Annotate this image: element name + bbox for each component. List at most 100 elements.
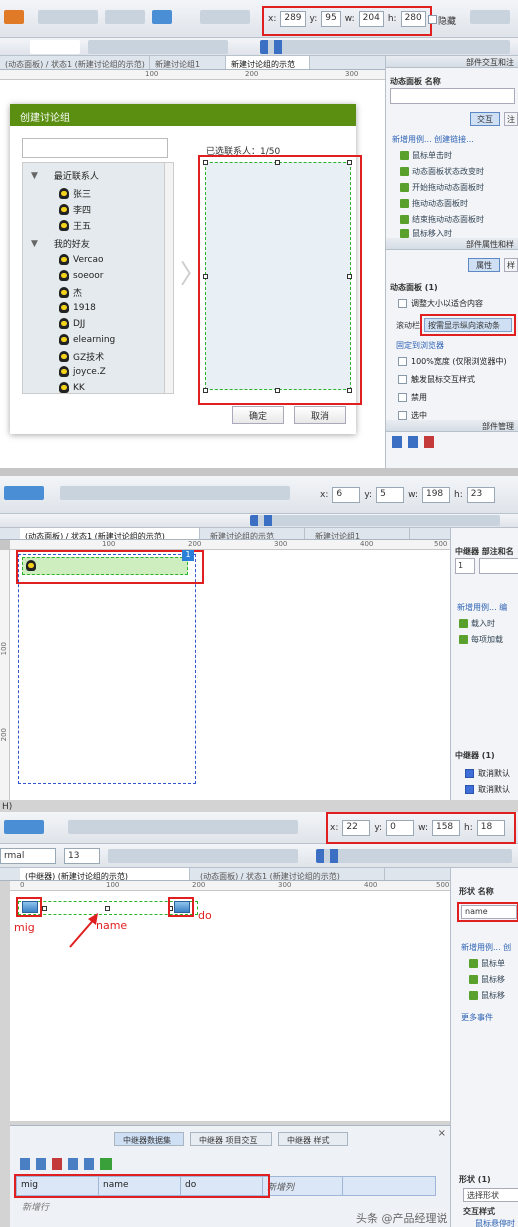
style-link[interactable]: 鼠标悬停时: [475, 1218, 515, 1227]
contact-item[interactable]: 王五: [59, 219, 91, 232]
toolbar-button[interactable]: [4, 486, 44, 500]
contact-item[interactable]: joyce.Z: [59, 366, 106, 377]
repeater-name-input[interactable]: 1: [455, 558, 475, 574]
contact-item[interactable]: Vercao: [59, 254, 103, 265]
toolbar-button[interactable]: [470, 10, 510, 24]
format-buttons[interactable]: [108, 849, 298, 863]
contact-item[interactable]: 杰: [59, 286, 82, 299]
tab-group-demo[interactable]: 新建讨论组的示范: [226, 56, 310, 69]
selected-dynamic-panel[interactable]: [205, 162, 351, 390]
search-input[interactable]: [22, 138, 168, 158]
scroll-select[interactable]: 按需显示纵向滚动条: [424, 318, 512, 332]
contact-item[interactable]: 李四: [59, 203, 91, 216]
contact-item[interactable]: elearning: [59, 334, 115, 345]
resize-handle[interactable]: [275, 160, 280, 165]
case-links[interactable]: 新增用例... 创: [461, 942, 511, 953]
event-item[interactable]: 载入时: [459, 618, 495, 629]
tab-dynamic-panel[interactable]: (动态面板) / 状态1 (新建讨论组的示范): [195, 868, 385, 880]
tab-dynamic-panel[interactable]: (动态面板) / 状态1 (新建讨论组的示范): [20, 528, 200, 539]
contact-item[interactable]: DJJ: [59, 318, 85, 329]
align-buttons[interactable]: [260, 40, 510, 54]
tab-group-1[interactable]: 新建讨论组1: [310, 528, 410, 539]
h-field[interactable]: 23: [466, 487, 495, 503]
contact-item[interactable]: GZ技术: [59, 350, 104, 363]
repeater-item[interactable]: [22, 557, 188, 575]
tab-group-1[interactable]: 新建讨论组1: [150, 56, 226, 69]
event-item[interactable]: 鼠标单: [469, 958, 505, 969]
tab-style[interactable]: 样: [504, 258, 518, 272]
group-recent[interactable]: ▼ 最近联系人: [31, 169, 99, 183]
contact-item[interactable]: soeoor: [59, 270, 103, 281]
disabled-option[interactable]: 禁用: [398, 392, 427, 403]
tab-repeater[interactable]: (中继器) (新建讨论组的示范): [20, 868, 190, 880]
toolbar-button[interactable]: [200, 10, 250, 24]
w-field[interactable]: 158: [431, 820, 460, 836]
dataset-toolbar[interactable]: [20, 1158, 220, 1170]
resize-handle[interactable]: [203, 388, 208, 393]
width-option[interactable]: 100%宽度 (仅限浏览器中): [398, 356, 507, 367]
h-field[interactable]: 280: [400, 11, 426, 27]
contact-item[interactable]: KK: [59, 382, 85, 393]
align-buttons[interactable]: [316, 849, 512, 863]
select-shape-button[interactable]: 选择形状: [463, 1188, 518, 1202]
tab-group-demo[interactable]: 新建讨论组的示范: [205, 528, 305, 539]
w-field[interactable]: 204: [358, 11, 384, 27]
x-field[interactable]: 289: [280, 11, 306, 27]
checkbox[interactable]: [398, 357, 407, 366]
tab-properties[interactable]: 属性: [468, 258, 500, 272]
event-item[interactable]: 动态面板状态改变时: [400, 166, 484, 177]
panel-name-input[interactable]: [390, 88, 515, 104]
manager-toolbar[interactable]: [392, 436, 512, 448]
event-item[interactable]: 拖动动态面板时: [400, 198, 468, 209]
design-canvas[interactable]: mig name do: [10, 891, 450, 1121]
resize-handle[interactable]: [347, 274, 352, 279]
checkbox[interactable]: [465, 785, 474, 794]
x-field[interactable]: 6: [332, 487, 361, 503]
resize-handle[interactable]: [203, 160, 208, 165]
design-canvas[interactable]: 创建讨论组 ▼ 最近联系人 张三 李四 王五 ▼ 我的好友 Vercao soeoo…: [0, 80, 385, 468]
tab-interactions[interactable]: 交互: [470, 112, 500, 126]
trigger-option[interactable]: 触发鼠标交互样式: [398, 374, 475, 385]
toolbar-button[interactable]: [60, 486, 290, 500]
tab-repeater-interactions[interactable]: 中继器 项目交互: [190, 1132, 272, 1146]
y-field[interactable]: 95: [321, 11, 341, 27]
contact-item[interactable]: 1918: [59, 302, 96, 313]
contact-item[interactable]: 张三: [59, 187, 91, 200]
checkbox[interactable]: [465, 769, 474, 778]
fit-content-option[interactable]: 调整大小以适合内容: [398, 298, 483, 309]
font-size-select[interactable]: 13: [64, 848, 100, 864]
event-item[interactable]: 鼠标单击时: [400, 150, 452, 161]
toolbar-button[interactable]: [4, 10, 24, 24]
y-field[interactable]: 5: [376, 487, 405, 503]
tree-scrollbar[interactable]: [164, 163, 173, 393]
more-events-link[interactable]: 更多事件: [461, 1012, 493, 1023]
checkbox[interactable]: [398, 393, 407, 402]
align-buttons[interactable]: [250, 515, 500, 526]
checkbox[interactable]: [398, 299, 407, 308]
y-field[interactable]: 0: [386, 820, 415, 836]
cancel-button[interactable]: 取消: [294, 406, 346, 424]
event-item[interactable]: 开始拖动动态面板时: [400, 182, 484, 193]
resize-handle[interactable]: [275, 388, 280, 393]
tab-repeater-dataset[interactable]: 中继器数据集: [114, 1132, 184, 1146]
repeater-option[interactable]: 取消默认: [465, 768, 510, 779]
mig-image-icon[interactable]: [22, 901, 38, 913]
resize-handle[interactable]: [347, 388, 352, 393]
font-size-box[interactable]: [30, 40, 80, 54]
h-field[interactable]: 18: [476, 820, 505, 836]
shape-name-input[interactable]: name: [461, 905, 517, 919]
event-item[interactable]: 结束拖动动态面板时: [400, 214, 484, 225]
group-friends[interactable]: ▼ 我的好友: [31, 237, 90, 251]
close-icon[interactable]: ×: [438, 1128, 446, 1139]
event-item[interactable]: 每项加载: [459, 634, 503, 645]
event-item[interactable]: 鼠标移: [469, 974, 505, 985]
font-style-select[interactable]: rmal: [0, 848, 56, 864]
toolbar-button[interactable]: [105, 10, 145, 24]
checkbox[interactable]: [398, 375, 407, 384]
toolbar-button[interactable]: [152, 10, 172, 24]
resize-handle[interactable]: [42, 906, 47, 911]
resize-handle[interactable]: [347, 160, 352, 165]
design-canvas[interactable]: 1: [10, 550, 450, 800]
tab-repeater-style[interactable]: 中继器 样式: [278, 1132, 348, 1146]
add-column[interactable]: 新增列: [263, 1177, 343, 1195]
